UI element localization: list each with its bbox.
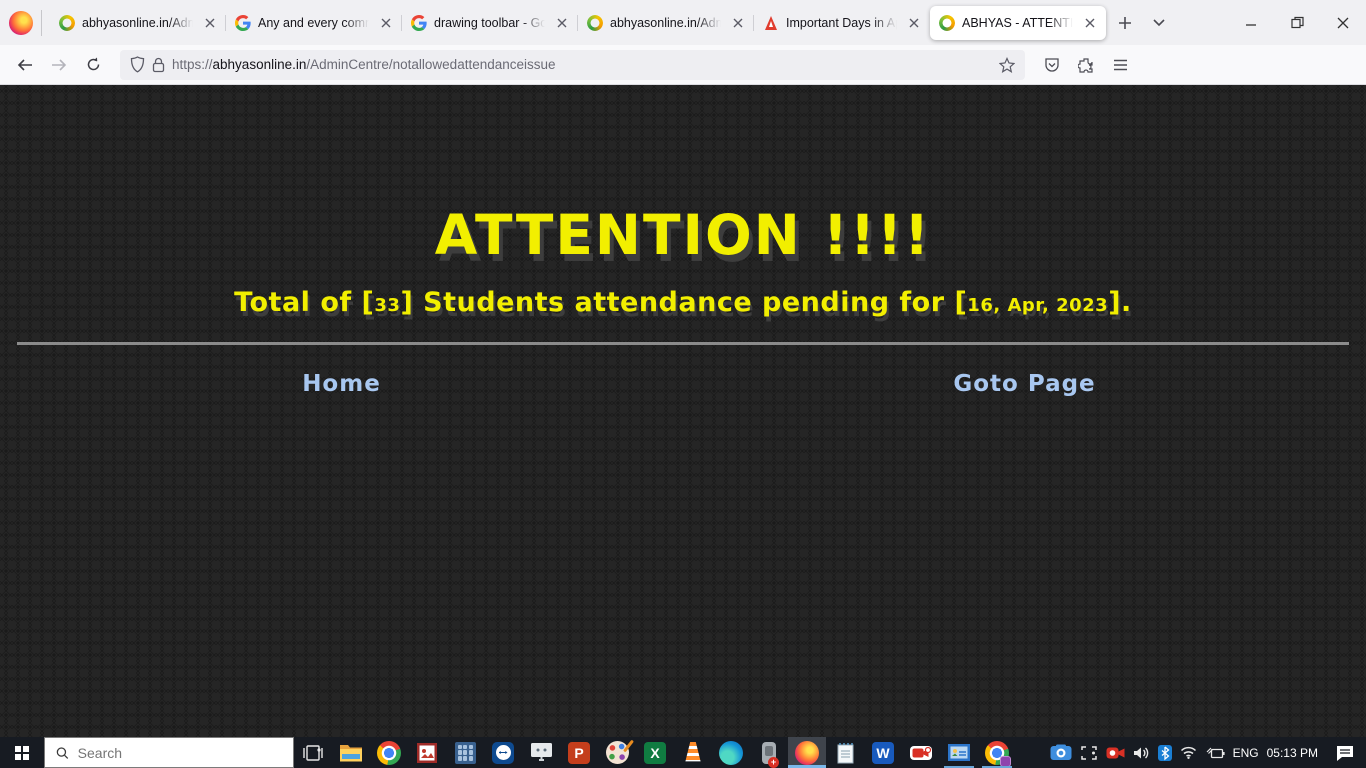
excel-icon[interactable]: X [636, 737, 674, 768]
photo-viewer-icon[interactable] [408, 737, 446, 768]
abhyas-logo-icon [939, 15, 955, 31]
pocket-icon[interactable] [1037, 50, 1067, 80]
page-links-row: Home Goto Page [0, 371, 1366, 397]
url-domain: abhyasonline.in [213, 57, 307, 72]
vlc-icon[interactable] [674, 737, 712, 768]
pending-date: 16, Apr, 2023 [967, 295, 1108, 316]
taskbar-search-box[interactable] [44, 737, 294, 768]
url-path: /AdminCentre/notallowedattendanceissue [306, 57, 555, 72]
tab-close-icon[interactable] [552, 13, 572, 33]
abhyas-logo-icon [587, 15, 603, 31]
edge-icon[interactable] [712, 737, 750, 768]
paint-icon[interactable] [598, 737, 636, 768]
screen-capture-icon[interactable] [1080, 745, 1098, 761]
tab-close-icon[interactable] [728, 13, 748, 33]
red-a-logo-icon [763, 15, 779, 31]
forward-button[interactable] [44, 50, 74, 80]
google-logo-icon [235, 15, 251, 31]
menu-hamburger-icon[interactable] [1105, 50, 1135, 80]
subtitle-mid: ] Students attendance pending for [ [400, 287, 967, 318]
action-center-button[interactable] [1324, 737, 1366, 768]
lock-icon[interactable] [152, 57, 165, 73]
extensions-puzzle-icon[interactable] [1071, 50, 1101, 80]
firefox-taskbar-icon[interactable] [788, 737, 826, 768]
tab-abhyas-2[interactable]: abhyasonline.in/Admi [578, 6, 754, 40]
calculator-icon[interactable] [446, 737, 484, 768]
teamviewer-icon[interactable] [484, 737, 522, 768]
student-count: 33 [374, 295, 400, 316]
tab-title: drawing toolbar - Goo [434, 16, 545, 30]
restore-button[interactable] [1274, 0, 1320, 45]
attention-heading: ATTENTION !!!! [0, 85, 1366, 267]
usb-tool-icon[interactable] [750, 737, 788, 768]
tab-close-icon[interactable] [200, 13, 220, 33]
language-indicator[interactable]: ENG [1233, 746, 1259, 760]
tab-title: Important Days in Apri [786, 16, 897, 30]
attendance-pending-message: Total of [33] Students attendance pendin… [0, 287, 1366, 318]
clock[interactable]: 05:13 PM [1267, 746, 1318, 760]
tracking-shield-icon[interactable] [130, 56, 145, 73]
search-input[interactable] [78, 745, 282, 761]
volume-icon[interactable] [1133, 746, 1150, 760]
url-text: https://abhyasonline.in/AdminCentre/nota… [172, 57, 556, 72]
system-tray: ENG 05:13 PM [1044, 737, 1324, 768]
tab-important-days[interactable]: Important Days in Apri [754, 6, 930, 40]
tab-close-icon[interactable] [376, 13, 396, 33]
tab-title: abhyasonline.in/Admi [610, 16, 721, 30]
abhyas-logo-icon [59, 15, 75, 31]
battery-icon[interactable] [1205, 747, 1225, 759]
action-center-icon [1336, 745, 1354, 761]
tab-title: abhyasonline.in/Admi [82, 16, 193, 30]
camera-app-icon[interactable] [1050, 744, 1072, 761]
tab-google-search-1[interactable]: Any and every comma [226, 6, 402, 40]
google-logo-icon [411, 15, 427, 31]
tabbar-divider [41, 10, 42, 36]
chrome-icon[interactable] [370, 737, 408, 768]
goto-page-link[interactable]: Goto Page [683, 371, 1366, 397]
tab-google-search-2[interactable]: drawing toolbar - Goo [402, 6, 578, 40]
subtitle-suffix: ]. [1108, 287, 1132, 318]
horizontal-divider [17, 342, 1349, 345]
presentation-viewer-icon[interactable] [940, 737, 978, 768]
tab-abhyas-attention-active[interactable]: ABHYAS - ATTENTION ! [930, 6, 1106, 40]
minimize-button[interactable] [1228, 0, 1274, 45]
file-explorer-icon[interactable] [332, 737, 370, 768]
tab-close-icon[interactable] [1080, 13, 1100, 33]
tab-close-icon[interactable] [904, 13, 924, 33]
page-content: ATTENTION !!!! Total of [33] Students at… [0, 85, 1366, 737]
task-view-button[interactable] [294, 737, 332, 768]
wifi-icon[interactable] [1180, 746, 1197, 759]
recorder-tray-icon[interactable] [1106, 746, 1125, 760]
subtitle-prefix: Total of [ [234, 287, 374, 318]
reload-button[interactable] [78, 50, 108, 80]
browser-nav-bar: https://abhyasonline.in/AdminCentre/nota… [0, 45, 1366, 85]
colorful-browser-icon[interactable] [978, 737, 1016, 768]
tab-title: Any and every comma [258, 16, 369, 30]
search-icon [56, 746, 69, 760]
bookmark-star-icon[interactable] [999, 57, 1015, 73]
home-link[interactable]: Home [0, 371, 683, 397]
bluetooth-icon[interactable] [1158, 745, 1172, 761]
notepad-icon[interactable] [826, 737, 864, 768]
address-bar[interactable]: https://abhyasonline.in/AdminCentre/nota… [120, 50, 1025, 80]
remote-desktop-icon[interactable] [522, 737, 560, 768]
powerpoint-icon[interactable]: P [560, 737, 598, 768]
browser-tab-bar: abhyasonline.in/Admi Any and every comma… [0, 0, 1366, 45]
firefox-app-icon [9, 11, 33, 35]
word-icon[interactable]: W [864, 737, 902, 768]
tab-title: ABHYAS - ATTENTION ! [962, 16, 1073, 30]
new-tab-button[interactable] [1110, 8, 1140, 38]
windows-taskbar: P X W ENG 05:13 PM [0, 737, 1366, 768]
start-button[interactable] [0, 737, 44, 768]
url-scheme: https:// [172, 57, 213, 72]
screen-recorder-icon[interactable] [902, 737, 940, 768]
tab-list-chevron-button[interactable] [1144, 8, 1174, 38]
back-button[interactable] [10, 50, 40, 80]
tab-abhyas-1[interactable]: abhyasonline.in/Admi [50, 6, 226, 40]
close-window-button[interactable] [1320, 0, 1366, 45]
windows-logo-icon [15, 746, 29, 760]
